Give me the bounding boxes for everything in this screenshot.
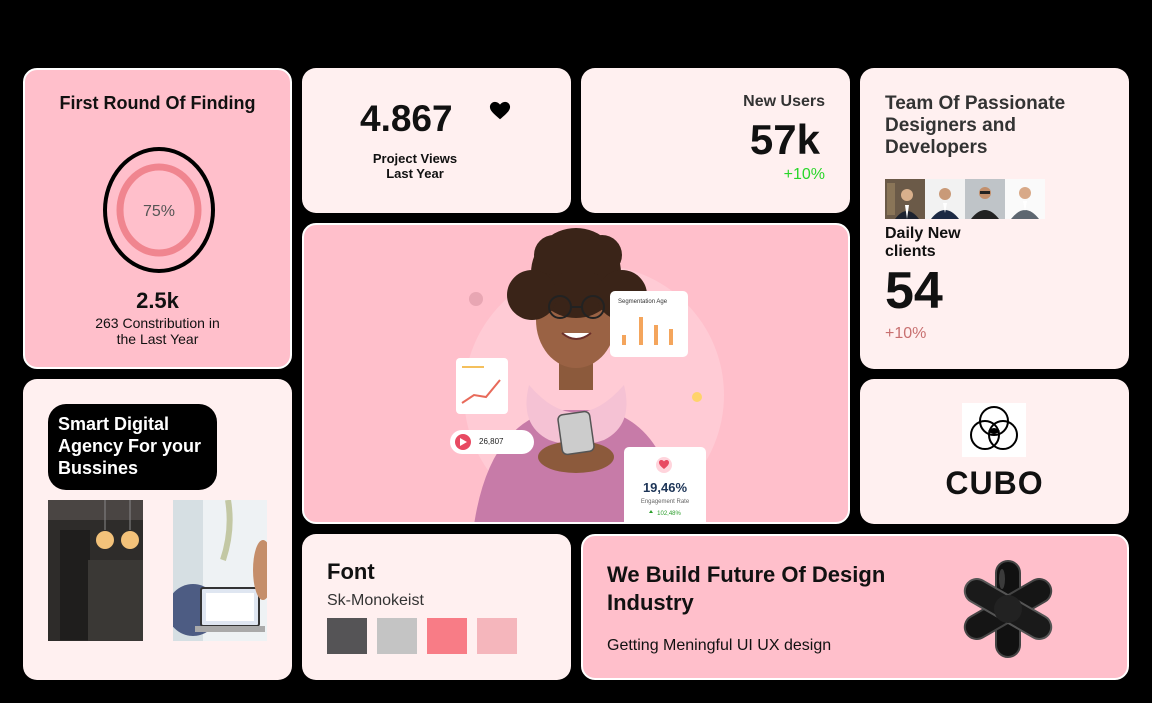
team-title: Team Of Passionate Designers and Develop… xyxy=(885,93,1066,158)
laptop-photo xyxy=(173,500,267,641)
team-photo-1 xyxy=(885,179,925,219)
future-subtitle: Getting Meningful UI UX design xyxy=(607,637,832,654)
swatch-coral[interactable] xyxy=(427,618,467,654)
team-photo-4 xyxy=(1005,179,1045,219)
progress-ring: 75% xyxy=(103,147,215,273)
hero-engagement-change: 102,48% xyxy=(657,511,681,517)
funding-subtitle: 263 Constribution in the Last Year xyxy=(95,315,220,347)
users-card: New Users 57k +10% xyxy=(581,68,850,213)
hero-engagement-value: 19,46% xyxy=(643,480,688,495)
future-card: We Build Future Of Design Industry Getti… xyxy=(581,534,1129,680)
hero-plays: 26,807 xyxy=(479,437,504,446)
funding-title: First Round Of Finding xyxy=(59,93,256,113)
agency-card: Smart Digital Agency For your Bussines xyxy=(23,379,292,680)
progress-percent: 75% xyxy=(143,203,175,220)
agency-title: Smart Digital Agency For your Bussines xyxy=(48,404,217,490)
views-label: Project Views Last Year xyxy=(372,151,458,181)
asterisk-3d-icon xyxy=(963,560,1053,658)
hero-chart-title: Segmentation Age xyxy=(618,299,668,305)
cubo-logo-icon xyxy=(962,403,1026,457)
swatch-light-gray[interactable] xyxy=(377,618,417,654)
team-photo-2 xyxy=(925,179,965,219)
font-card: Font Sk-Monokeist xyxy=(302,534,571,680)
hero-card: Segmentation Age 26,807 19,46% Engagemen… xyxy=(302,223,850,524)
daily-clients-label: Daily New clients xyxy=(885,225,961,260)
hero-illustration: Segmentation Age 26,807 19,46% Engagemen… xyxy=(450,228,724,522)
users-change: +10% xyxy=(783,166,825,183)
hero-engagement-label: Engagement Rate xyxy=(641,499,690,505)
font-title: Font xyxy=(327,559,375,584)
font-name: Sk-Monokeist xyxy=(327,592,424,609)
users-label: New Users xyxy=(743,93,825,110)
interior-photo xyxy=(48,500,143,641)
heart-icon[interactable] xyxy=(489,100,511,122)
funding-count: 2.5k xyxy=(136,288,179,313)
views-card: 4.867 Project Views Last Year xyxy=(302,68,571,213)
brand-card: CUBO xyxy=(860,379,1129,524)
brand-name: CUBO xyxy=(945,465,1044,501)
team-photo-3 xyxy=(965,179,1005,219)
funding-card: First Round Of Finding 75% 2.5k 263 Cons… xyxy=(23,68,292,369)
team-card: Team Of Passionate Designers and Develop… xyxy=(860,68,1129,369)
future-title: We Build Future Of Design Industry xyxy=(607,562,886,615)
users-value: 57k xyxy=(749,116,820,163)
daily-clients-value: 54 xyxy=(885,262,943,320)
views-value: 4.867 xyxy=(360,98,453,139)
daily-clients-change: +10% xyxy=(885,325,927,342)
team-photos xyxy=(885,179,1045,219)
swatch-light-pink[interactable] xyxy=(477,618,517,654)
swatch-dark-gray[interactable] xyxy=(327,618,367,654)
